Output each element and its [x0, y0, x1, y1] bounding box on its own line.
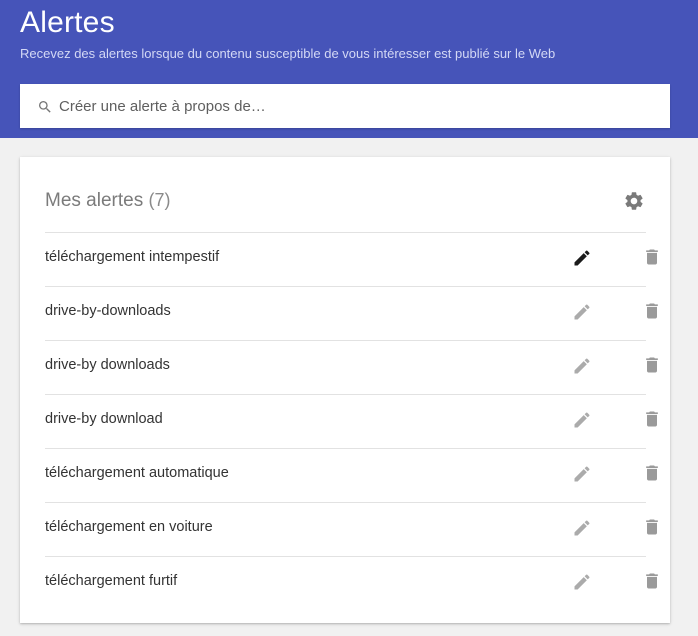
alert-label: drive-by downloads	[45, 357, 170, 373]
alert-row[interactable]: téléchargement intempestif	[45, 232, 658, 286]
pencil-icon[interactable]	[572, 248, 592, 268]
alert-row[interactable]: téléchargement furtif	[45, 556, 658, 610]
pencil-icon[interactable]	[572, 410, 592, 430]
search-icon	[39, 101, 51, 113]
alerts-count: (7)	[148, 190, 171, 210]
alert-label: téléchargement furtif	[45, 573, 178, 589]
search-input[interactable]	[59, 84, 649, 128]
gear-icon[interactable]	[623, 190, 645, 212]
alert-row[interactable]: drive-by download	[45, 394, 658, 448]
alert-label: téléchargement intempestif	[45, 249, 220, 265]
alert-row[interactable]: téléchargement automatique	[45, 448, 658, 502]
alert-label: drive-by-downloads	[45, 303, 171, 319]
trash-icon[interactable]	[642, 571, 662, 591]
trash-icon[interactable]	[642, 517, 662, 537]
alert-row[interactable]: drive-by downloads	[45, 340, 658, 394]
trash-icon[interactable]	[642, 355, 662, 375]
pencil-icon[interactable]	[572, 518, 592, 538]
pencil-icon[interactable]	[572, 302, 592, 322]
trash-icon[interactable]	[642, 247, 662, 267]
trash-icon[interactable]	[642, 463, 662, 483]
alert-label: téléchargement en voiture	[45, 519, 213, 535]
alerts-title-text: Mes alertes	[45, 190, 144, 211]
alert-label: téléchargement automatique	[45, 465, 229, 481]
pencil-icon[interactable]	[572, 464, 592, 484]
page-subtitle: Recevez des alertes lorsque du contenu s…	[20, 46, 556, 61]
search-bar[interactable]	[20, 84, 670, 128]
alert-label: drive-by download	[45, 411, 163, 427]
page-header: Alertes Recevez des alertes lorsque du c…	[0, 0, 698, 138]
alert-row[interactable]: téléchargement en voiture	[45, 502, 658, 556]
pencil-icon[interactable]	[572, 572, 592, 592]
trash-icon[interactable]	[642, 301, 662, 321]
alert-row[interactable]: drive-by-downloads	[45, 286, 658, 340]
page-title: Alertes	[20, 6, 115, 39]
pencil-icon[interactable]	[572, 356, 592, 376]
alerts-list: téléchargement intempestif drive-by-down…	[45, 232, 658, 610]
alerts-card: Mes alertes (7) téléchargement intempest…	[20, 157, 670, 623]
alerts-card-title: Mes alertes (7)	[45, 188, 170, 213]
trash-icon[interactable]	[642, 409, 662, 429]
